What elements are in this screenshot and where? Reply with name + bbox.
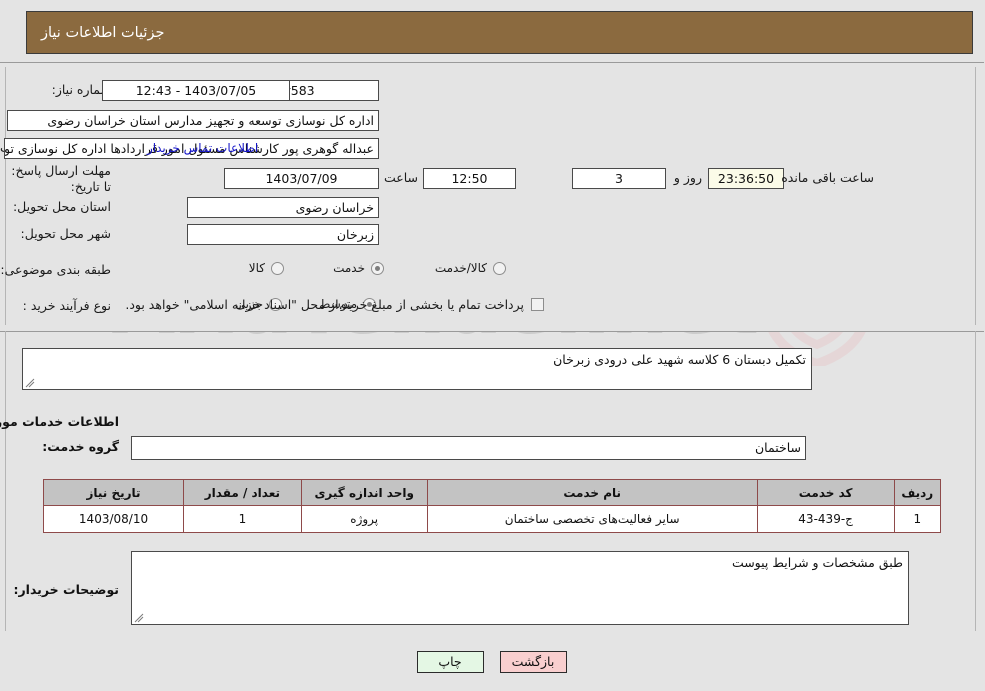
print-button[interactable]: چاپ — [417, 651, 485, 673]
category-row: طبقه بندی موضوعی: — [1, 262, 112, 277]
hours-remaining-label-wrap: ساعت باقی مانده — [782, 170, 875, 185]
page-header: جزئیات اطلاعات نیاز — [27, 11, 974, 54]
countdown-wrap: 23:36:50 — [709, 168, 785, 189]
deadline-time-value[interactable]: 12:50 — [424, 168, 517, 189]
footer-actions: بازگشت چاپ — [0, 640, 985, 691]
treasury-note-label: پرداخت تمام یا بخشی از مبلغ خرید،از محل … — [126, 297, 525, 312]
category-option-kala-khedmat[interactable]: کالا/خدمت — [436, 261, 507, 275]
city-label: شهر محل تحویل: — [21, 226, 112, 241]
deadline-label-wrap: مهلت ارسال پاسخ: تا تاریخ: — [12, 163, 112, 195]
description-value: تکمیل دبستان 6 کلاسه شهید علی درودی زبرخ… — [554, 352, 807, 367]
table-header-row: ردیف کد خدمت نام خدمت واحد اندازه گیری ت… — [43, 479, 943, 506]
buyer-notes-label-wrap: توضیحات خریدار: — [14, 582, 120, 597]
days-remaining-wrap: 3 — [573, 168, 667, 189]
need-info-panel — [0, 62, 985, 332]
deadline-hour-label: ساعت — [384, 170, 419, 185]
cell-quantity: 1 — [184, 505, 303, 533]
contact-link-wrap: اطلاعات تماس خریدار — [148, 141, 259, 155]
cell-service-code: ج-439-43 — [757, 505, 896, 533]
city-row: شهر محل تحویل: — [22, 226, 112, 241]
cell-unit: پروژه — [301, 505, 429, 533]
services-section-title-wrap: اطلاعات خدمات مورد نیاز — [0, 414, 120, 429]
province-field-wrap: خراسان رضوی — [188, 197, 380, 218]
radio-kala-khedmat-icon[interactable] — [494, 261, 507, 275]
deadline-date-value[interactable]: 1403/07/09 — [225, 168, 380, 189]
category-option-label-1: خدمت — [334, 261, 366, 275]
col-row-no: ردیف — [894, 479, 943, 506]
col-service-name: نام خدمت — [427, 479, 759, 506]
category-option-label-0: کالا — [249, 261, 266, 275]
treasury-note-row[interactable]: پرداخت تمام یا بخشی از مبلغ خرید،از محل … — [126, 297, 545, 312]
resize-grip-icon-2[interactable] — [135, 613, 145, 623]
page-title: جزئیات اطلاعات نیاز — [42, 24, 166, 41]
buyer-notes-value: طبق مشخصات و شرایط پیوست — [732, 555, 904, 570]
city-field-wrap: زبرخان — [188, 224, 380, 245]
deadline-hour-label-wrap: ساعت — [385, 170, 419, 185]
description-textarea[interactable]: تکمیل دبستان 6 کلاسه شهید علی درودی زبرخ… — [23, 348, 813, 390]
province-value[interactable]: خراسان رضوی — [188, 197, 380, 218]
col-unit: واحد اندازه گیری — [301, 479, 429, 506]
services-section-title: اطلاعات خدمات مورد نیاز — [0, 414, 120, 429]
announce-datetime-value[interactable]: 1403/07/05 - 12:43 — [103, 80, 291, 101]
radio-kala-icon[interactable] — [272, 261, 285, 275]
col-quantity: تعداد / مقدار — [184, 479, 303, 506]
deadline-date-wrap: 1403/07/09 — [225, 168, 380, 189]
col-service-code: کد خدمت — [757, 479, 896, 506]
treasury-checkbox-icon[interactable] — [532, 298, 545, 311]
buyer-notes-textarea[interactable]: طبق مشخصات و شرایط پیوست — [132, 551, 910, 625]
category-option-kala[interactable]: کالا — [250, 261, 285, 275]
days-remaining-value[interactable]: 3 — [573, 168, 667, 189]
services-table: ردیف کد خدمت نام خدمت واحد اندازه گیری ت… — [43, 479, 943, 533]
radio-khedmat-icon[interactable] — [372, 261, 385, 275]
buyer-contact-link[interactable]: اطلاعات تماس خریدار — [148, 141, 259, 155]
process-row: نوع فرآیند خرید : — [24, 298, 112, 313]
hours-remaining-label: ساعت باقی مانده — [782, 170, 875, 185]
service-group-label: گروه خدمت: — [43, 439, 120, 454]
announce-datetime-field-wrap: 1403/07/05 - 12:43 — [103, 80, 291, 101]
days-and-label: روز و — [674, 170, 703, 185]
service-group-label-wrap: گروه خدمت: — [43, 439, 120, 454]
cell-need-date: 1403/08/10 — [43, 505, 186, 533]
category-option-khedmat[interactable]: خدمت — [334, 261, 385, 275]
service-group-field-wrap: ساختمان — [132, 436, 807, 460]
countdown-timer: 23:36:50 — [709, 168, 785, 189]
city-value[interactable]: زبرخان — [188, 224, 380, 245]
days-and-label-wrap: روز و — [675, 170, 703, 185]
buyer-org-value[interactable]: اداره کل نوسازی توسعه و تجهیز مدارس استا… — [8, 110, 380, 131]
back-button[interactable]: بازگشت — [500, 651, 568, 673]
buyer-org-field-wrap: اداره کل نوسازی توسعه و تجهیز مدارس استا… — [8, 110, 380, 131]
resize-grip-icon[interactable] — [26, 378, 36, 388]
process-label: نوع فرآیند خرید : — [23, 298, 112, 313]
category-label: طبقه بندی موضوعی: — [1, 262, 112, 277]
buyer-notes-label: توضیحات خریدار: — [14, 582, 120, 597]
deadline-label: مهلت ارسال پاسخ: تا تاریخ: — [12, 163, 112, 194]
category-option-label-2: کالا/خدمت — [435, 261, 488, 275]
province-label: استان محل تحویل: — [13, 199, 112, 214]
province-row: استان محل تحویل: — [14, 199, 112, 214]
cell-service-name: سایر فعالیت‌های تخصصی ساختمان — [427, 505, 759, 533]
table-row: 1 ج-439-43 سایر فعالیت‌های تخصصی ساختمان… — [43, 505, 943, 533]
cell-row-no: 1 — [894, 505, 943, 533]
deadline-time-wrap: 12:50 — [424, 168, 517, 189]
service-group-value[interactable]: ساختمان — [132, 436, 807, 460]
col-need-date: تاریخ نیاز — [43, 479, 186, 506]
